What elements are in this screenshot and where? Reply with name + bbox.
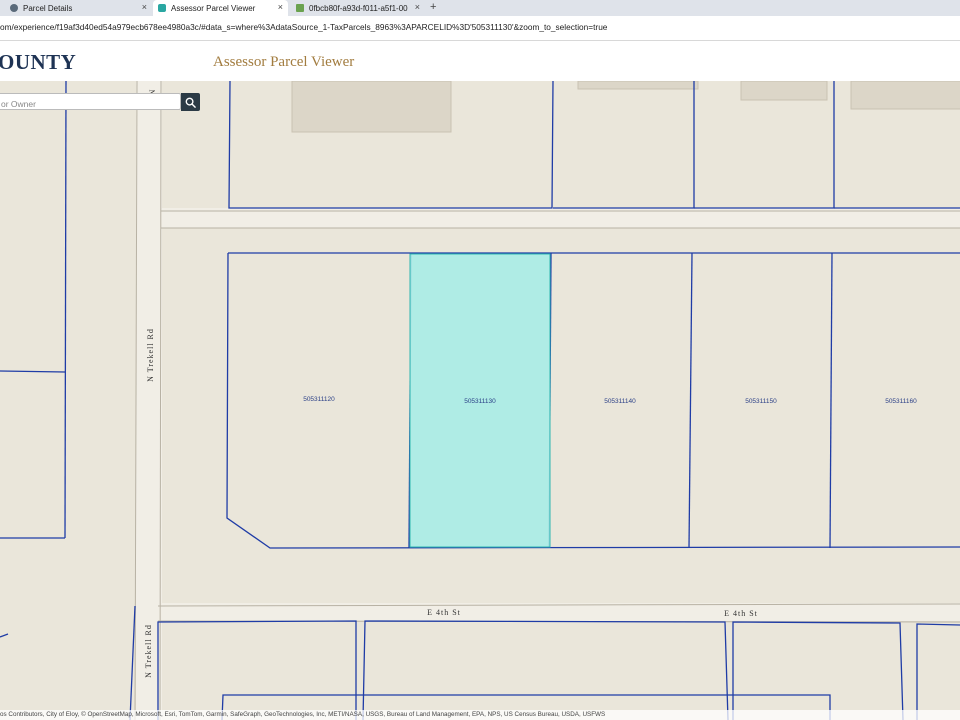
road-label-e-4th-st: E 4th St [427,608,461,617]
building [850,81,960,110]
building [577,81,699,90]
parcel-label[interactable]: 505311120 [303,396,335,403]
county-logo-text: OUNTY [0,50,77,74]
search-box[interactable] [0,93,181,112]
close-tab-icon[interactable]: × [278,2,283,12]
map-attribution: os Contributors, City of Eloy, © OpenStr… [0,710,960,720]
building [740,81,828,101]
road-label-n-trekell-rd: N Trekell Rd [144,624,153,678]
globe-icon [10,4,18,12]
tab-assessor-parcel-viewer[interactable]: Assessor Parcel Viewer × [153,0,288,16]
parcel-label-selected[interactable]: 505311130 [464,398,496,405]
tab-title: Assessor Parcel Viewer [171,3,256,13]
close-tab-icon[interactable]: × [415,2,420,12]
tab-title: Parcel Details [23,3,73,13]
parcel-label[interactable]: 505311150 [745,398,777,405]
tab-document[interactable]: 0fbcb80f-a93d-f011-a5f1-00 × [292,0,422,16]
close-tab-icon[interactable]: × [142,2,147,12]
document-favicon-icon [296,4,304,12]
page-title: Assessor Parcel Viewer [213,54,355,70]
search-icon [185,97,196,108]
app-header: OUNTY Assessor Parcel Viewer [0,41,960,81]
address-bar[interactable]: om/experience/f19af3d40ed54a979ecb678ee4… [0,16,960,41]
browser-tab-bar: Parcel Details × Assessor Parcel Viewer … [0,0,960,16]
road-label-e-4th-st: E 4th St [724,609,758,618]
road-label-n-trekell-rd: N Trekell Rd [146,328,155,382]
tab-parcel-details[interactable]: Parcel Details × [10,0,152,16]
new-tab-button[interactable]: + [430,0,436,15]
app-favicon-icon [158,4,166,12]
building [291,81,452,133]
parcel-label[interactable]: 505311160 [885,398,917,405]
search-button[interactable] [181,93,200,111]
tab-title: 0fbcb80f-a93d-f011-a5f1-00 [309,3,408,13]
search-input[interactable] [0,96,176,112]
map-canvas[interactable]: 505311120 505311130 505311140 505311150 … [0,81,960,720]
map-view[interactable]: 505311120 505311130 505311140 505311150 … [0,81,960,720]
parcel-label[interactable]: 505311140 [604,398,636,405]
url-text[interactable]: om/experience/f19af3d40ed54a979ecb678ee4… [0,22,607,32]
